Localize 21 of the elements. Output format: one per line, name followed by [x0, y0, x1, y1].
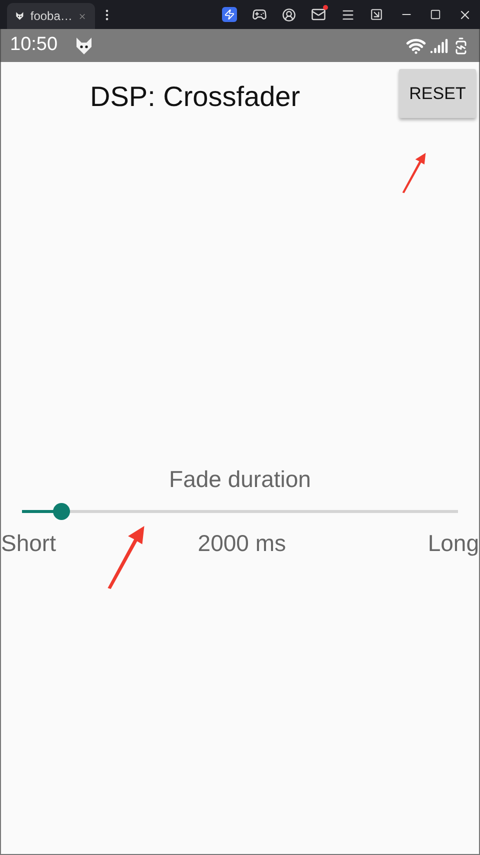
fox-icon: [74, 36, 94, 56]
signal-icon: [430, 36, 448, 54]
mail-icon[interactable]: [311, 7, 326, 22]
clock: 10:50: [10, 33, 58, 58]
window-icon[interactable]: [370, 8, 383, 21]
slider-value: 2000 ms: [198, 528, 286, 558]
user-icon[interactable]: [282, 8, 296, 22]
screen-title: DSP: Crossfader: [90, 80, 300, 114]
tab-title: fooba…: [30, 8, 72, 25]
min-label: Short: [1, 528, 56, 558]
slider-label: Fade duration: [169, 465, 311, 494]
menu-icon[interactable]: [341, 8, 355, 22]
slider-thumb[interactable]: [53, 502, 70, 520]
browser-tab[interactable]: fooba…: [7, 3, 95, 29]
annotation-arrow: [105, 525, 147, 590]
reset-button[interactable]: RESET: [399, 69, 476, 118]
gamepad-icon[interactable]: [252, 7, 267, 22]
lightning-icon[interactable]: [222, 7, 237, 22]
fox-icon: [15, 10, 24, 22]
maximize-icon[interactable]: [430, 9, 441, 20]
max-label: Long: [428, 528, 479, 558]
